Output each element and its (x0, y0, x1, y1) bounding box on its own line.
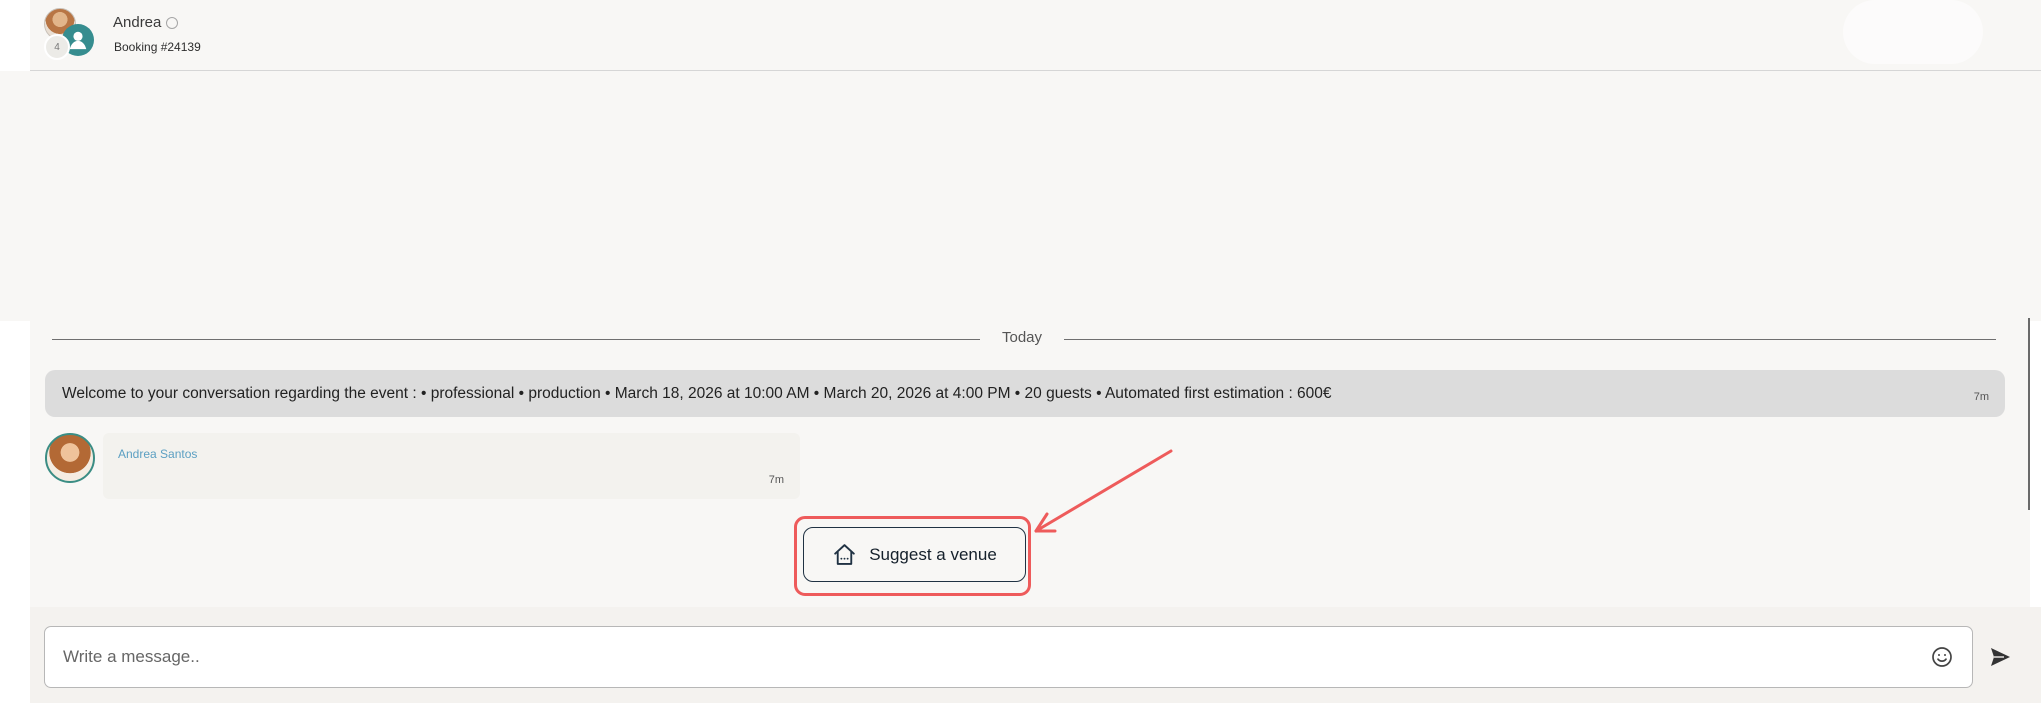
message-avatar[interactable] (45, 433, 95, 483)
message-time: 7m (768, 474, 784, 486)
conversation-header: 4 Andrea Booking #24139 (30, 0, 2041, 71)
empty-chat-space (0, 71, 2041, 321)
contact-name-row: Andrea (113, 14, 179, 31)
status-circle-icon (166, 16, 179, 29)
user-icon (69, 31, 87, 50)
suggest-venue-button[interactable]: Suggest a venue (803, 527, 1026, 582)
scrollbar[interactable] (2028, 318, 2030, 510)
booking-reference: Booking #24139 (114, 40, 201, 54)
chat-page: 4 Andrea Booking #24139 Today Welcome to… (0, 0, 2041, 703)
event-summary: Welcome to your conversation regarding t… (62, 385, 1332, 402)
header-decoration (1843, 0, 1983, 64)
message-composer (30, 607, 2041, 703)
system-message-time: 7m (1973, 391, 1989, 403)
arrow-icon (1034, 449, 1173, 533)
smile-icon[interactable] (1930, 645, 1954, 669)
contact-name: Andrea (113, 14, 162, 31)
house-icon (834, 544, 855, 565)
message-row: Andrea Santos 7m (45, 433, 825, 499)
message-sender[interactable]: Andrea Santos (118, 447, 197, 461)
system-message: Welcome to your conversation regarding t… (45, 370, 2005, 417)
participant-count: 4 (44, 34, 70, 60)
send-icon[interactable] (1988, 645, 2012, 669)
message-bubble: Andrea Santos 7m (103, 433, 800, 499)
suggest-venue-label: Suggest a venue (869, 544, 997, 564)
message-input[interactable] (44, 626, 1973, 688)
date-divider: Today (980, 329, 1065, 346)
participant-avatars[interactable]: 4 (44, 8, 100, 62)
